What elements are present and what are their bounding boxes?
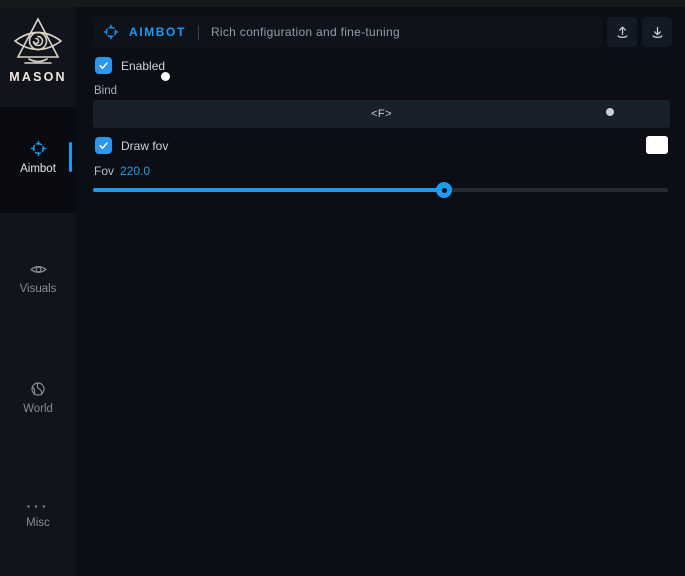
fov-slider-handle[interactable] bbox=[436, 182, 452, 198]
sidebar-item-visuals[interactable]: Visuals bbox=[0, 254, 76, 312]
export-config-button[interactable] bbox=[607, 17, 637, 47]
bind-indicator-dot bbox=[606, 108, 614, 116]
window-top-strip bbox=[0, 0, 685, 7]
sidebar: MASON Aimbot Visuals bbox=[0, 7, 76, 576]
draw-fov-row: Draw fov bbox=[95, 137, 168, 154]
crosshair-icon bbox=[103, 24, 119, 40]
page-subtitle: Rich configuration and fine-tuning bbox=[211, 25, 400, 39]
bind-key-selector[interactable]: <F> bbox=[93, 100, 670, 128]
logo-text: MASON bbox=[0, 70, 76, 84]
logo: MASON bbox=[0, 16, 76, 84]
bind-value: <F> bbox=[371, 108, 392, 120]
check-icon bbox=[98, 140, 109, 151]
globe-icon bbox=[0, 381, 76, 397]
sidebar-item-world[interactable]: World bbox=[0, 373, 76, 431]
sidebar-item-misc[interactable]: ··· Misc bbox=[0, 493, 76, 551]
upload-icon bbox=[615, 25, 630, 40]
bind-label: Bind bbox=[94, 85, 117, 97]
fov-label-row: Fov 220.0 bbox=[94, 164, 150, 178]
fov-color-swatch[interactable] bbox=[646, 136, 668, 154]
page-title: AIMBOT bbox=[129, 25, 186, 39]
sidebar-item-label: World bbox=[23, 403, 53, 415]
fov-slider-fill bbox=[93, 188, 444, 192]
sidebar-item-label: Visuals bbox=[20, 283, 57, 295]
draw-fov-checkbox[interactable] bbox=[95, 137, 112, 154]
draw-fov-label: Draw fov bbox=[121, 139, 168, 153]
eye-icon bbox=[0, 262, 76, 277]
fov-label: Fov bbox=[94, 164, 114, 178]
sidebar-item-label: Aimbot bbox=[20, 163, 56, 175]
cursor-dot bbox=[161, 72, 170, 81]
sidebar-item-label: Misc bbox=[26, 517, 50, 529]
ellipsis-icon: ··· bbox=[0, 501, 76, 511]
enabled-row: Enabled bbox=[95, 57, 165, 74]
import-config-button[interactable] bbox=[642, 17, 672, 47]
selected-indicator-bar bbox=[69, 142, 72, 172]
page-header: AIMBOT Rich configuration and fine-tunin… bbox=[93, 17, 603, 47]
check-icon bbox=[98, 60, 109, 71]
fov-value: 220.0 bbox=[120, 164, 150, 178]
mason-eye-pyramid-icon bbox=[0, 16, 76, 68]
divider bbox=[198, 25, 199, 40]
enabled-checkbox[interactable] bbox=[95, 57, 112, 74]
sidebar-item-aimbot[interactable]: Aimbot bbox=[0, 107, 76, 213]
enabled-label: Enabled bbox=[121, 59, 165, 73]
mason-menu-window: MASON Aimbot Visuals bbox=[0, 0, 685, 576]
crosshair-icon bbox=[0, 140, 76, 157]
download-icon bbox=[650, 25, 665, 40]
fov-slider[interactable] bbox=[93, 188, 668, 192]
